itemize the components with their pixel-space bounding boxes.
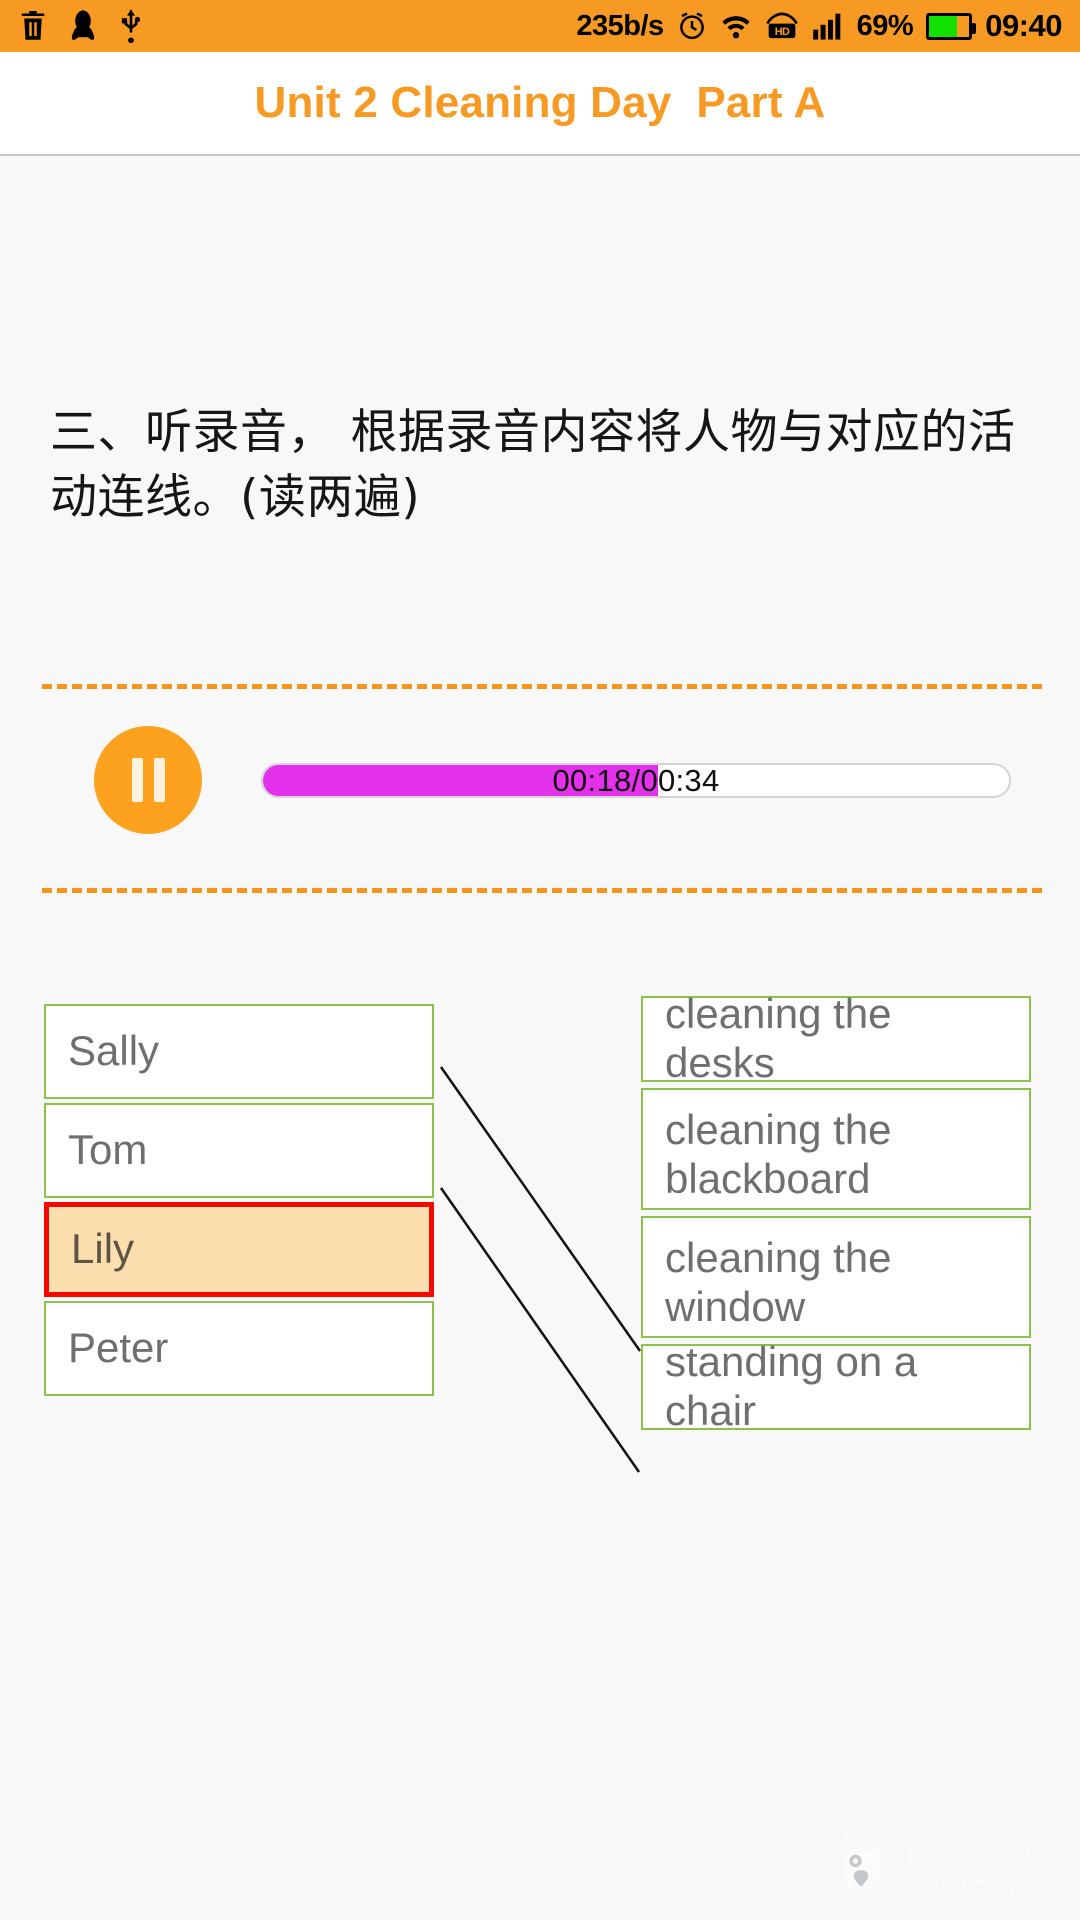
svg-text:HD: HD bbox=[774, 26, 789, 38]
hd-icon: HD bbox=[765, 12, 799, 40]
page-title: Unit 2 Cleaning Day Part A bbox=[254, 78, 826, 127]
trash-icon bbox=[18, 9, 48, 43]
battery-percent-label: 69% bbox=[856, 9, 914, 42]
connection-line-2 bbox=[439, 1187, 641, 1473]
connection-line-1 bbox=[439, 1066, 642, 1352]
pause-bar-right bbox=[153, 758, 165, 802]
usb-icon bbox=[118, 9, 144, 43]
qq-penguin-icon bbox=[70, 9, 96, 43]
activity-label: cleaning the window bbox=[665, 1234, 892, 1330]
status-bar-right-icons: 235b/s HD 69% 09:40 bbox=[576, 8, 1062, 44]
watermark-text: 我爱安卓 52android.com bbox=[901, 1828, 1060, 1898]
person-label: Tom bbox=[68, 1126, 148, 1174]
matching-board: Sally Tom Lily Peter cleaning the desks … bbox=[0, 990, 1080, 1516]
watermark-cn: 我爱安卓 bbox=[901, 1836, 1038, 1871]
activity-card-standing-on-a-chair[interactable]: standing on a chair bbox=[641, 1338, 1031, 1434]
network-speed-label: 235b/s bbox=[576, 9, 664, 42]
person-label: Peter bbox=[68, 1324, 169, 1372]
activity-label: standing on a chair bbox=[665, 1338, 918, 1434]
person-label: Lily bbox=[71, 1225, 135, 1273]
people-column: Sally Tom Lily Peter bbox=[44, 1004, 434, 1400]
android-robot-icon bbox=[833, 1830, 889, 1897]
divider-top bbox=[42, 684, 1042, 689]
person-label: Sally bbox=[68, 1027, 160, 1075]
person-card-lily[interactable]: Lily bbox=[44, 1202, 434, 1297]
person-card-tom[interactable]: Tom bbox=[44, 1103, 434, 1198]
audio-player: 00:18/00:34 bbox=[0, 726, 1080, 846]
app-title-bar: Unit 2 Cleaning Day Part A bbox=[0, 52, 1080, 156]
wifi-icon bbox=[720, 12, 752, 40]
audio-time-label: 00:18/00:34 bbox=[552, 763, 720, 798]
audio-progress-bar[interactable]: 00:18/00:34 bbox=[261, 763, 1011, 798]
divider-bottom bbox=[42, 888, 1042, 893]
person-card-sally[interactable]: Sally bbox=[44, 1004, 434, 1099]
signal-bars-icon bbox=[812, 12, 844, 40]
battery-fill bbox=[929, 15, 957, 37]
activity-card-cleaning-the-desks[interactable]: cleaning the desks bbox=[641, 990, 1031, 1086]
activity-label: cleaning the blackboard bbox=[665, 1106, 892, 1202]
clock-label: 09:40 bbox=[985, 8, 1062, 43]
battery-icon bbox=[926, 12, 977, 40]
activity-label: cleaning the desks bbox=[665, 990, 892, 1086]
pause-bar-left bbox=[131, 758, 143, 802]
person-card-peter[interactable]: Peter bbox=[44, 1301, 434, 1396]
status-bar-left-icons bbox=[18, 9, 144, 43]
watermark-en: 52android.com bbox=[901, 1872, 1060, 1897]
activity-card-cleaning-the-blackboard[interactable]: cleaning the blackboard bbox=[641, 1088, 1031, 1210]
activities-column: cleaning the desks cleaning the blackboa… bbox=[641, 990, 1031, 1436]
alarm-clock-icon bbox=[677, 11, 707, 41]
instruction-text: 三、听录音， 根据录音内容将人物与对应的活动连线。(读两遍) bbox=[50, 405, 1016, 525]
lesson-content: 三、听录音， 根据录音内容将人物与对应的活动连线。(读两遍) 00:18/00:… bbox=[0, 156, 1080, 1920]
pause-icon[interactable] bbox=[94, 726, 202, 834]
status-bar: 235b/s HD 69% 09:40 bbox=[0, 0, 1080, 52]
watermark: 我爱安卓 52android.com bbox=[833, 1828, 1060, 1898]
activity-card-cleaning-the-window[interactable]: cleaning the window bbox=[641, 1216, 1031, 1338]
